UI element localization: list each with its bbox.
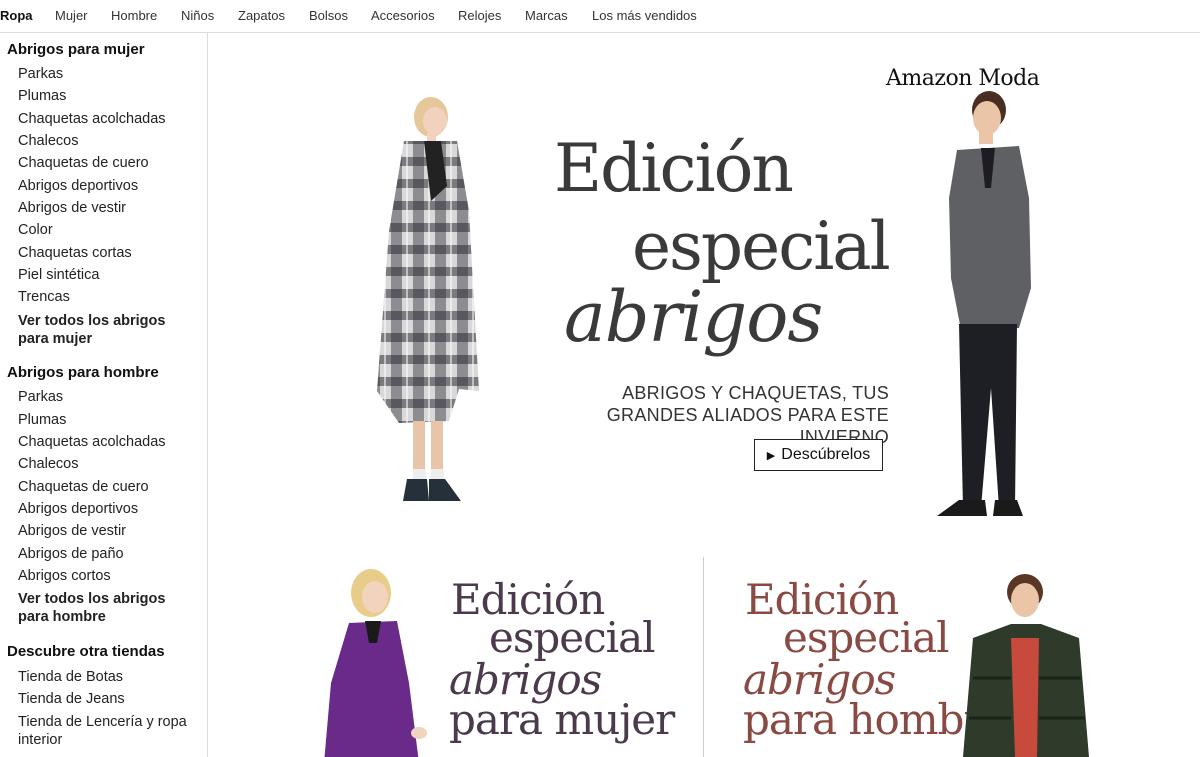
- nav-marcas[interactable]: Marcas: [525, 8, 568, 23]
- sidebar-link-women-parkas[interactable]: Parkas: [18, 66, 63, 82]
- promo-women-line4: para mujer: [449, 695, 675, 744]
- sidebar-link-men-deportivos[interactable]: Abrigos deportivos: [18, 501, 138, 517]
- sidebar-link-men-chalecos[interactable]: Chalecos: [18, 456, 78, 472]
- nav-ropa[interactable]: Ropa: [0, 8, 33, 23]
- sidebar-link-women-piel[interactable]: Piel sintética: [18, 267, 99, 283]
- man-model-image[interactable]: [919, 88, 1049, 523]
- women-coat-model-image[interactable]: [319, 563, 439, 757]
- sidebar-link-women-acolchadas[interactable]: Chaquetas acolchadas: [18, 111, 166, 127]
- sidebar-link-botas[interactable]: Tienda de Botas: [18, 669, 123, 685]
- nav-mas-vendidos[interactable]: Los más vendidos: [592, 8, 697, 23]
- sidebar-link-men-vestir[interactable]: Abrigos de vestir: [18, 523, 126, 539]
- hero-title-line3: abrigos: [564, 276, 823, 358]
- sidebar-link-men-see-all[interactable]: Ver todos los abrigos para hombre: [18, 590, 198, 626]
- hero-subtitle-line1: ABRIGOS Y CHAQUETAS, TUS: [622, 383, 889, 403]
- sidebar-heading-women: Abrigos para mujer: [7, 41, 145, 58]
- sidebar-link-women-cortas[interactable]: Chaquetas cortas: [18, 245, 132, 261]
- sidebar-link-men-parkas[interactable]: Parkas: [18, 389, 63, 405]
- woman-model-image[interactable]: [369, 91, 499, 521]
- sidebar-link-women-plumas[interactable]: Plumas: [18, 88, 66, 104]
- hero-title-line1: Edición: [554, 130, 794, 207]
- sidebar-link-women-cuero[interactable]: Chaquetas de cuero: [18, 155, 149, 171]
- hero-title-line2: especial: [632, 208, 891, 285]
- sidebar-link-men-cortos[interactable]: Abrigos cortos: [18, 568, 111, 584]
- sidebar-link-women-trencas[interactable]: Trencas: [18, 289, 70, 305]
- sidebar-link-women-deportivos[interactable]: Abrigos deportivos: [18, 178, 138, 194]
- sidebar-link-jeans[interactable]: Tienda de Jeans: [18, 691, 125, 707]
- nav-ninos[interactable]: Niños: [181, 8, 214, 23]
- nav-zapatos[interactable]: Zapatos: [238, 8, 285, 23]
- nav-accesorios[interactable]: Accesorios: [371, 8, 435, 23]
- nav-hombre[interactable]: Hombre: [111, 8, 157, 23]
- nav-relojes[interactable]: Relojes: [458, 8, 501, 23]
- nav-bolsos[interactable]: Bolsos: [309, 8, 348, 23]
- sidebar-link-men-pano[interactable]: Abrigos de paño: [18, 546, 124, 562]
- brand-logo: Amazon Moda: [886, 66, 1040, 91]
- sidebar-link-men-plumas[interactable]: Plumas: [18, 412, 66, 428]
- sidebar-heading-men: Abrigos para hombre: [7, 364, 159, 381]
- sidebar-heading-stores: Descubre otra tiendas: [7, 643, 165, 660]
- promo-divider: [703, 557, 704, 757]
- sidebar-link-men-acolchadas[interactable]: Chaquetas acolchadas: [18, 434, 166, 450]
- play-arrow-icon: ▶: [766, 449, 776, 462]
- sidebar-link-women-chalecos[interactable]: Chalecos: [18, 133, 78, 149]
- sidebar-link-women-see-all[interactable]: Ver todos los abrigos para mujer: [18, 312, 198, 348]
- sidebar: Abrigos para mujer Parkas Plumas Chaquet…: [0, 33, 208, 757]
- nav-mujer[interactable]: Mujer: [55, 8, 88, 23]
- top-nav: Ropa Mujer Hombre Niños Zapatos Bolsos A…: [0, 0, 1200, 33]
- sidebar-link-lenceria[interactable]: Tienda de Lencería y ropa interior: [18, 713, 208, 749]
- discover-button[interactable]: ▶ Descúbrelos: [754, 439, 883, 471]
- sidebar-link-women-vestir[interactable]: Abrigos de vestir: [18, 200, 126, 216]
- men-jacket-model-image[interactable]: [959, 568, 1094, 757]
- sidebar-link-women-color[interactable]: Color: [18, 222, 53, 238]
- discover-button-label: Descúbrelos: [781, 446, 871, 463]
- sidebar-link-men-cuero[interactable]: Chaquetas de cuero: [18, 479, 149, 495]
- main-content: Amazon Moda Edición especial abrigos ABR…: [209, 33, 1200, 757]
